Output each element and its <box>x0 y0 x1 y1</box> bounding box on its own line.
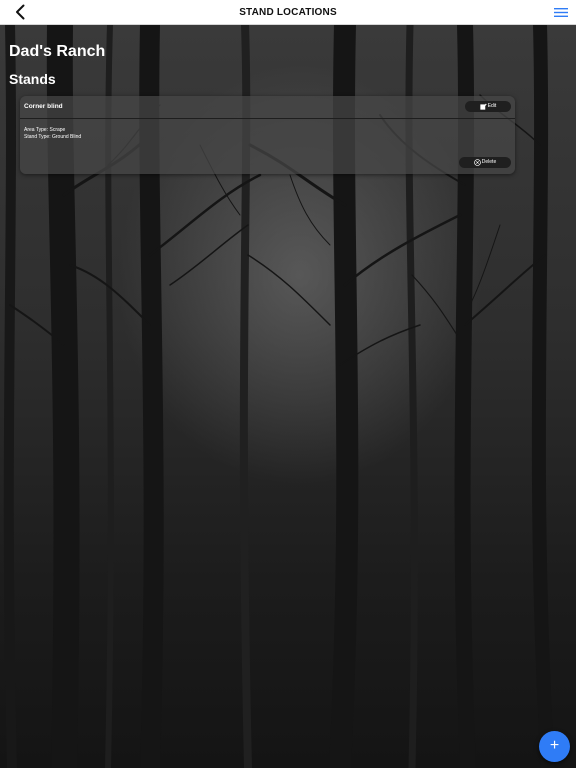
stand-card[interactable]: Corner blind Edit Area Type: Scrape Stan… <box>20 96 515 174</box>
page-title: Dad's Ranch <box>9 43 106 60</box>
screen-title: STAND LOCATIONS <box>239 7 337 18</box>
edit-icon <box>480 103 487 110</box>
plus-icon: + <box>549 737 560 754</box>
delete-circle-x-icon <box>473 159 481 166</box>
stand-card-header: Corner blind Edit <box>20 96 515 119</box>
delete-label: Delete <box>481 159 497 165</box>
top-navigation-bar: STAND LOCATIONS <box>0 0 576 25</box>
area-type-text: Area Type: Scrape <box>24 127 66 133</box>
hamburger-menu-icon <box>554 8 568 17</box>
section-title: Stands <box>9 71 56 87</box>
stand-name: Corner blind <box>24 103 63 110</box>
edit-button[interactable]: Edit <box>465 101 511 112</box>
stand-type-text: Stand Type: Ground Blind <box>24 134 82 140</box>
menu-button[interactable] <box>554 6 568 19</box>
edit-label: Edit <box>487 103 497 109</box>
add-stand-button[interactable]: + <box>539 731 570 762</box>
delete-button[interactable]: Delete <box>459 157 511 168</box>
